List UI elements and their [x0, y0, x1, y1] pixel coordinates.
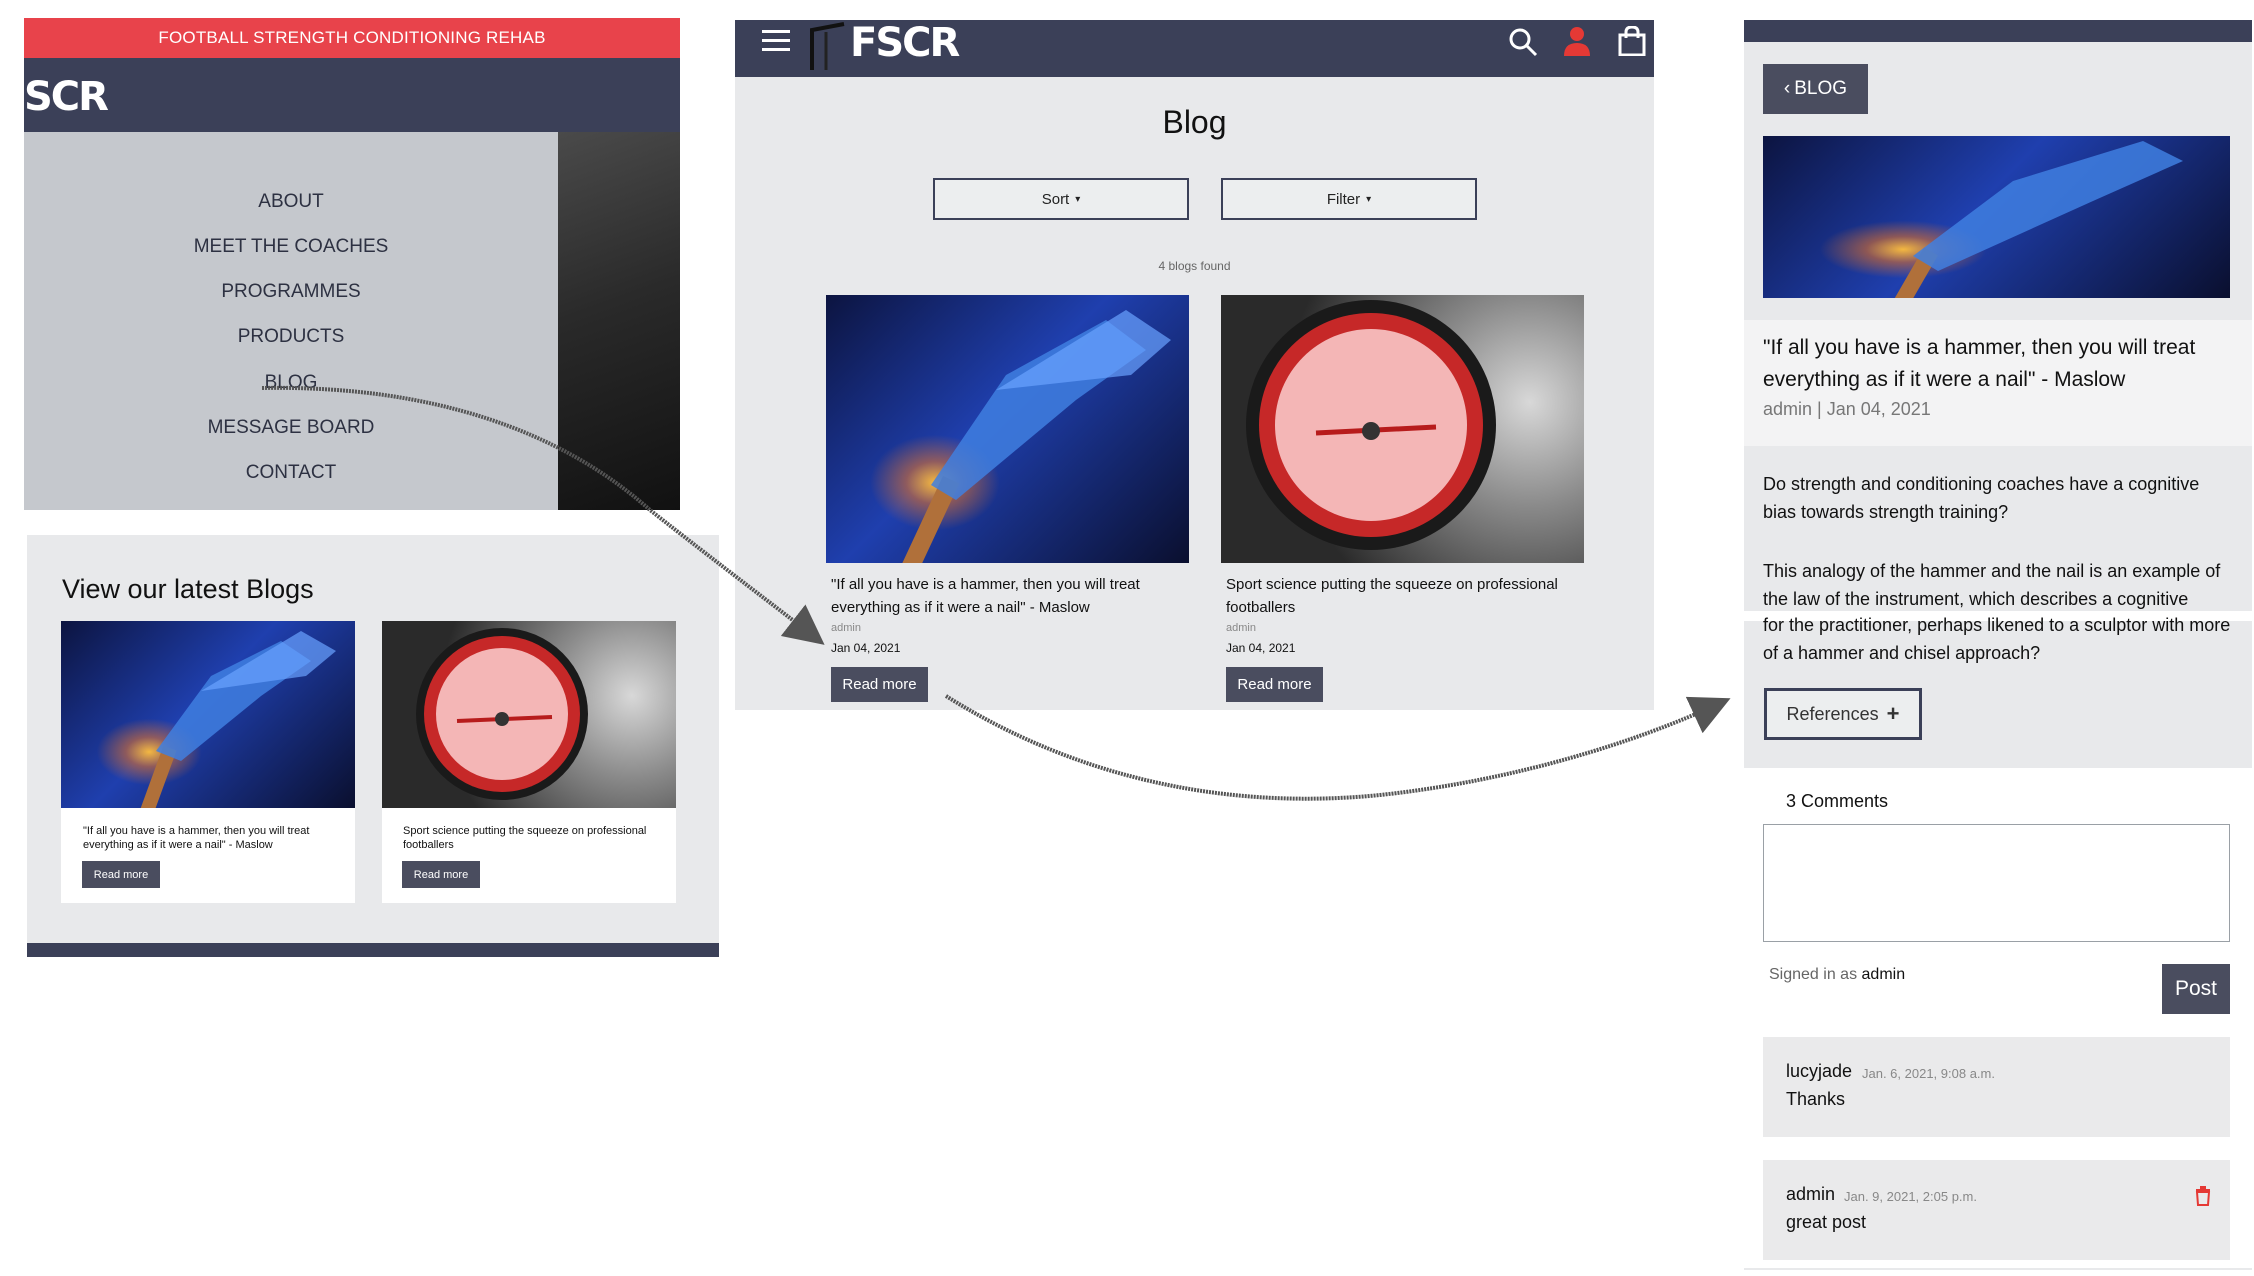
arrow-blog-to-list: [261, 385, 825, 645]
flow-arrows: [261, 385, 1731, 801]
arrow-readmore-to-detail: [944, 694, 1731, 801]
